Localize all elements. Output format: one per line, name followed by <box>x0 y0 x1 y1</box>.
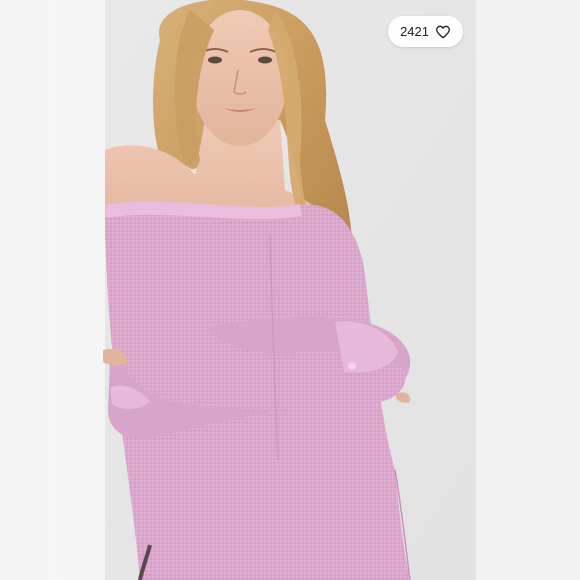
like-button[interactable]: 2421 <box>388 16 463 47</box>
product-photo-illustration <box>0 0 580 580</box>
like-count: 2421 <box>400 24 429 39</box>
listing-photo[interactable]: 2421 <box>0 0 580 580</box>
heart-outline-icon <box>436 25 450 38</box>
